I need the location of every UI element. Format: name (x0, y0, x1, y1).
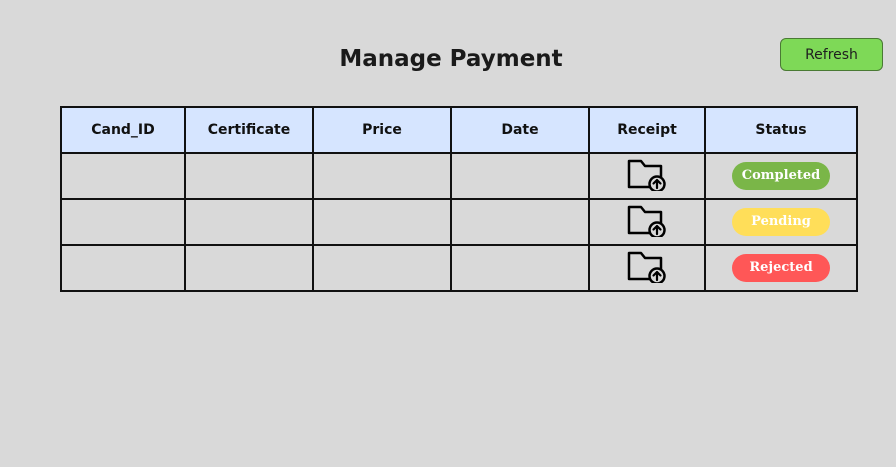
table-row: Pending (60, 198, 858, 246)
cell-cand-id (60, 152, 186, 200)
cell-price (312, 198, 452, 246)
column-header-status[interactable]: Status (704, 106, 858, 154)
column-header-certificate[interactable]: Certificate (184, 106, 314, 154)
column-header-price[interactable]: Price (312, 106, 452, 154)
status-badge: Rejected (732, 254, 830, 282)
folder-upload-icon[interactable] (627, 157, 667, 193)
column-header-date[interactable]: Date (450, 106, 590, 154)
cell-receipt (588, 244, 706, 292)
cell-date (450, 244, 590, 292)
status-badge: Pending (732, 208, 830, 236)
cell-status: Rejected (704, 244, 858, 292)
cell-status: Pending (704, 198, 858, 246)
folder-upload-icon[interactable] (627, 203, 667, 239)
payments-table: Cand_ID Certificate Price Date Receipt S… (60, 106, 858, 292)
table-row: Rejected (60, 244, 858, 292)
column-header-cand-id[interactable]: Cand_ID (60, 106, 186, 154)
table-row: Completed (60, 152, 858, 200)
column-header-receipt[interactable]: Receipt (588, 106, 706, 154)
cell-date (450, 152, 590, 200)
cell-cand-id (60, 244, 186, 292)
cell-certificate (184, 152, 314, 200)
refresh-button[interactable]: Refresh (780, 38, 883, 71)
table-header-row: Cand_ID Certificate Price Date Receipt S… (60, 106, 858, 154)
cell-price (312, 244, 452, 292)
cell-price (312, 152, 452, 200)
folder-upload-icon[interactable] (627, 249, 667, 285)
cell-date (450, 198, 590, 246)
cell-receipt (588, 198, 706, 246)
manage-payment-page: Manage Payment Refresh Cand_ID Certifica… (0, 0, 896, 467)
cell-cand-id (60, 198, 186, 246)
page-title: Manage Payment (339, 46, 563, 72)
cell-status: Completed (704, 152, 858, 200)
cell-certificate (184, 244, 314, 292)
cell-certificate (184, 198, 314, 246)
cell-receipt (588, 152, 706, 200)
status-badge: Completed (732, 162, 830, 190)
